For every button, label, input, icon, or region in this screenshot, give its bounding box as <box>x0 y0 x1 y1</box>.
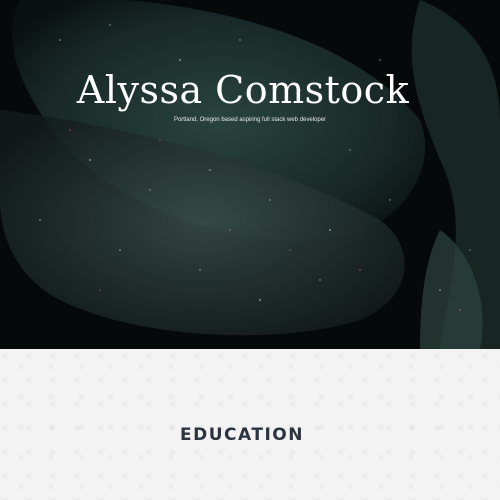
hero-subtitle: Portland, Oregon based aspiring full sta… <box>173 117 327 123</box>
hero-background-image <box>0 0 500 349</box>
section-heading: EDUCATION <box>180 425 304 445</box>
hero-banner: Alyssa Comstock Portland, Oregon based a… <box>0 0 500 349</box>
hero-title: Alyssa Comstock <box>76 68 410 112</box>
education-section: EDUCATION <box>0 349 500 500</box>
